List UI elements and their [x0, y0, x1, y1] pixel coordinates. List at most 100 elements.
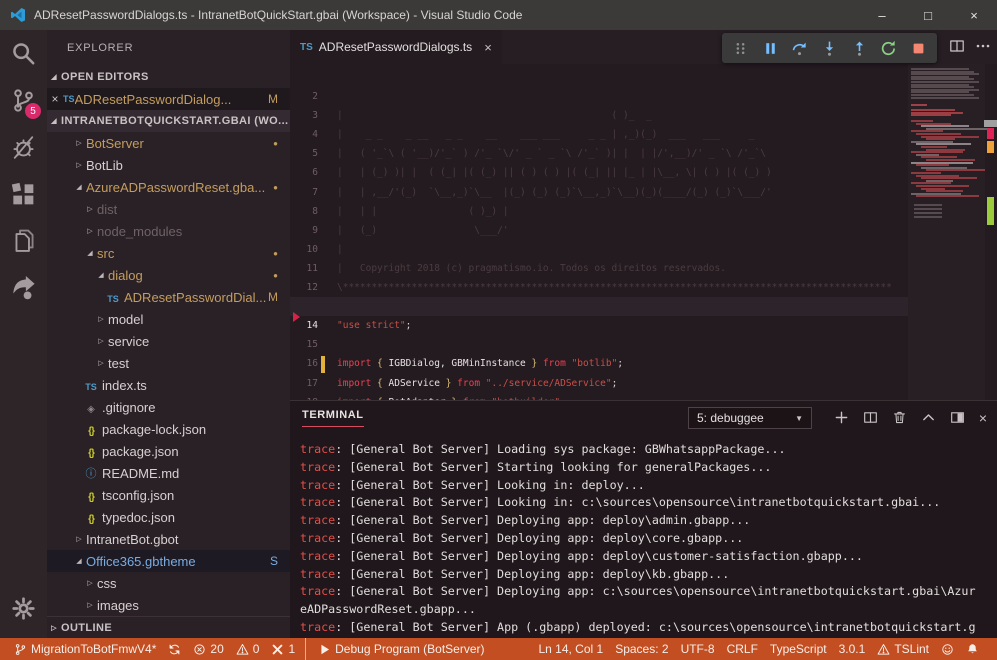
- terminal-line: trace: [General Bot Server] Deploying ap…: [300, 583, 984, 601]
- tree-item[interactable]: ▷images: [47, 594, 290, 616]
- debug-grip-button[interactable]: [730, 37, 752, 59]
- debug-pause-button[interactable]: [759, 37, 781, 59]
- tree-item[interactable]: ▷css: [47, 572, 290, 594]
- statusbar-warning-triangle[interactable]: 0: [230, 638, 266, 660]
- terminal-line: trace: [General Bot Server] Loading sys …: [300, 441, 984, 459]
- settings-button[interactable]: [0, 588, 47, 628]
- debug-step-over-button[interactable]: [789, 37, 811, 59]
- statusbar-error-circle[interactable]: 20: [187, 638, 229, 660]
- activity-files-button[interactable]: [0, 218, 47, 265]
- statusbar-bell[interactable]: [960, 638, 985, 660]
- statusbar-sync[interactable]: [162, 638, 187, 660]
- terminal-line: trace: [General Bot Server] Deploying ap…: [300, 512, 984, 530]
- close-button[interactable]: ×: [951, 0, 997, 30]
- terminal-maximize-panel-button[interactable]: [950, 410, 965, 428]
- activity-debug-button[interactable]: [0, 124, 47, 171]
- window-controls: –□×: [859, 0, 997, 30]
- activity-source-control-button[interactable]: 5: [0, 77, 47, 124]
- statusbar-crlf[interactable]: CRLF: [721, 638, 764, 660]
- chevron-expanded-icon: ◢: [47, 73, 61, 81]
- line-number: 18: [290, 393, 318, 400]
- outline-header[interactable]: ▷ OUTLINE: [47, 616, 290, 638]
- terminal-chevron-up-button[interactable]: [921, 410, 936, 428]
- statusbar-tools[interactable]: 1: [265, 638, 301, 660]
- tree-item[interactable]: ◢AzureADPasswordReset.gba... ●: [47, 176, 290, 198]
- workspace-header[interactable]: ◢ INTRANETBOTQUICKSTART.GBAI (WO...: [47, 110, 290, 132]
- chevron-collapsed-icon: ▷: [94, 337, 108, 345]
- terminal-trash-button[interactable]: [892, 410, 907, 428]
- minimap[interactable]: [908, 64, 985, 400]
- tree-item[interactable]: ▷node_modules: [47, 220, 290, 242]
- tree-item[interactable]: ▷IntranetBot.gbot: [47, 528, 290, 550]
- terminal-close-panel-button[interactable]: ×: [979, 410, 987, 428]
- terminal-plus-button[interactable]: [834, 410, 849, 428]
- editor-line: 12: [290, 259, 908, 278]
- chevron-collapsed-icon: ▷: [83, 579, 97, 587]
- scrollbar-thumb[interactable]: [984, 120, 997, 127]
- modified-dot-badge: ●: [273, 249, 290, 258]
- split-editor-button[interactable]: [949, 38, 965, 57]
- ellipsis-button[interactable]: [975, 38, 991, 57]
- tree-item[interactable]: ◢src ●: [47, 242, 290, 264]
- json-file-icon: {}: [88, 492, 94, 503]
- editor-line: 15 import { IGBDialog, GBMinInstance } f…: [290, 316, 908, 335]
- statusbar-typescript[interactable]: TypeScript: [764, 638, 833, 660]
- tree-item[interactable]: {}package.json: [47, 440, 290, 462]
- debug-stop-button[interactable]: [907, 37, 929, 59]
- code-editor[interactable]: 2 | ( )_ _ 3 | _ _ _ __ _ _ __ ___ ___ _…: [290, 64, 908, 400]
- open-editors-header[interactable]: ◢ OPEN EDITORS: [47, 66, 290, 88]
- statusbar-utf-8[interactable]: UTF-8: [675, 638, 721, 660]
- terminal-header: TERMINAL 5: debuggee ▼ ×: [290, 401, 997, 435]
- tree-item[interactable]: {}tsconfig.json: [47, 484, 290, 506]
- statusbar-spaces-2[interactable]: Spaces: 2: [609, 638, 674, 660]
- terminal-panel: TERMINAL 5: debuggee ▼ × trace: [General…: [290, 400, 997, 638]
- maximize-button[interactable]: □: [905, 0, 951, 30]
- vscode-logo-icon: [10, 7, 26, 23]
- statusbar-warning-triangle[interactable]: TSLint: [871, 638, 935, 660]
- tree-item[interactable]: ▷dist: [47, 198, 290, 220]
- ruler-error-marker: [987, 128, 994, 139]
- activity-search-button[interactable]: [0, 30, 47, 77]
- tree-item[interactable]: ⓘREADME.md: [47, 462, 290, 484]
- statusbar-3-0-1[interactable]: 3.0.1: [833, 638, 872, 660]
- tree-item[interactable]: ▷test: [47, 352, 290, 374]
- minimize-button[interactable]: –: [859, 0, 905, 30]
- typescript-file-icon: TS: [85, 382, 97, 392]
- terminal-tab[interactable]: TERMINAL: [302, 409, 364, 427]
- tree-item[interactable]: TSindex.ts: [47, 374, 290, 396]
- terminal-line: trace: [General Bot Server] App (.gbapp)…: [300, 619, 984, 637]
- statusbar-git-branch[interactable]: MigrationToBotFmwV4*: [8, 638, 162, 660]
- tree-item[interactable]: ▷BotLib: [47, 154, 290, 176]
- statusbar-smiley[interactable]: [935, 638, 960, 660]
- terminal-split-terminal-button[interactable]: [863, 410, 878, 428]
- json-file-icon: {}: [88, 514, 94, 525]
- debug-restart-button[interactable]: [878, 37, 900, 59]
- close-icon[interactable]: ×: [47, 92, 63, 106]
- modified-dot-badge: ●: [273, 139, 290, 148]
- tree-item[interactable]: {}typedoc.json: [47, 506, 290, 528]
- tree-item[interactable]: ◢dialog ●: [47, 264, 290, 286]
- open-editor-item[interactable]: × TS ADResetPasswordDialog... M: [47, 88, 290, 110]
- terminal-select[interactable]: 5: debuggee ▼: [688, 407, 812, 429]
- debug-step-out-button[interactable]: [848, 37, 870, 59]
- debug-step-into-button[interactable]: [819, 37, 841, 59]
- terminal-line: trace: [General Bot Server] Deploying ap…: [300, 566, 984, 584]
- terminal-output[interactable]: trace: [General Bot Server] Loading sys …: [300, 441, 984, 638]
- editor-line: 2 | ( )_ _: [290, 68, 908, 87]
- tree-item[interactable]: ▷model: [47, 308, 290, 330]
- title-bar: ADResetPasswordDialogs.ts - IntranetBotQ…: [0, 0, 997, 30]
- tab-close-icon[interactable]: ×: [478, 40, 492, 55]
- tree-item[interactable]: ▷service: [47, 330, 290, 352]
- statusbar-ln-14-col-1[interactable]: Ln 14, Col 1: [532, 638, 609, 660]
- tree-item[interactable]: ◢Office365.gbtheme S: [47, 550, 290, 572]
- activity-extensions-button[interactable]: [0, 171, 47, 218]
- window-title: ADResetPasswordDialogs.ts - IntranetBotQ…: [34, 8, 522, 22]
- activity-share-button[interactable]: [0, 265, 47, 312]
- tree-item[interactable]: TSADResetPasswordDial... M: [47, 286, 290, 308]
- editor-line: 10 | Copyright 2018 (c) pragmatismo.io. …: [290, 221, 908, 240]
- statusbar-play[interactable]: Debug Program (BotServer): [305, 638, 490, 660]
- tab-adresetpassworddialogs[interactable]: TS ADResetPasswordDialogs.ts ×: [290, 30, 502, 64]
- tree-item[interactable]: ◈.gitignore: [47, 396, 290, 418]
- tree-item[interactable]: {}package-lock.json: [47, 418, 290, 440]
- tree-item[interactable]: ▷BotServer ●: [47, 132, 290, 154]
